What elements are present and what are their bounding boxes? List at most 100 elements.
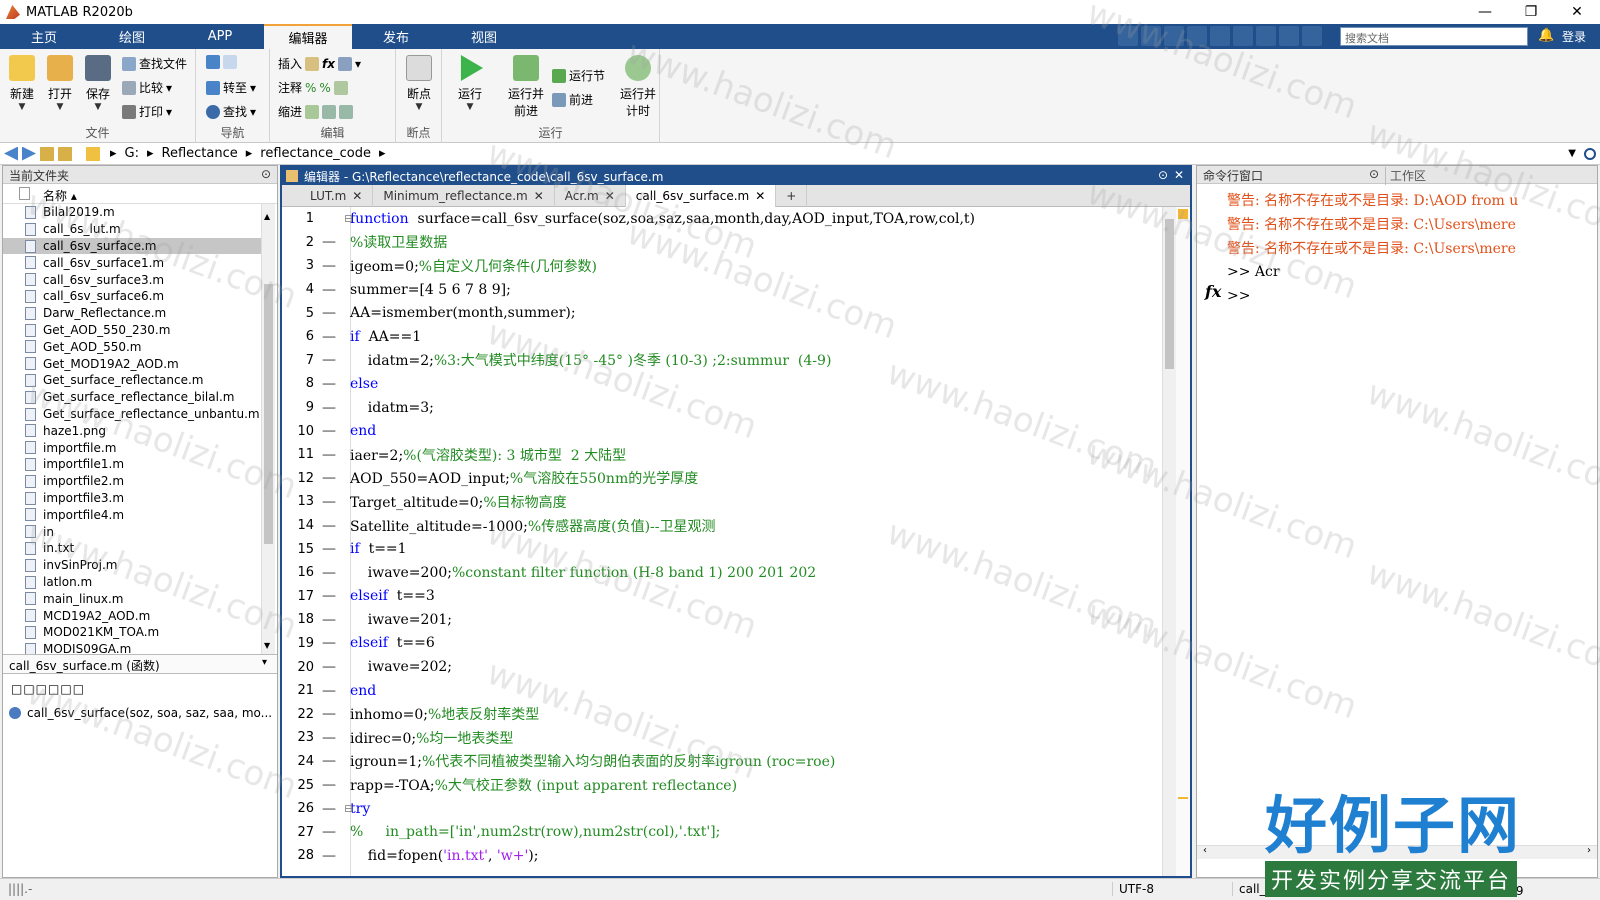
code-line[interactable]: 14— Satellite_altitude=-1000;%传感器高度(负值)--… [282, 514, 1162, 538]
file-list-item[interactable]: Get_AOD_550.m [3, 338, 265, 355]
insert-button[interactable]: 插入 fx ▾ [278, 55, 361, 72]
line-number[interactable]: 14 [282, 518, 314, 533]
line-number[interactable]: 20 [282, 660, 314, 675]
line-number[interactable]: 22 [282, 707, 314, 722]
file-list-item[interactable]: importfile1.m [3, 456, 265, 473]
code-line[interactable]: 17— elseif t==3 [282, 585, 1162, 609]
file-list-item[interactable]: in [3, 523, 265, 540]
back-arrow-icon[interactable] [4, 146, 18, 161]
editor-scrollbar[interactable] [1162, 207, 1176, 876]
line-number[interactable]: 11 [282, 447, 314, 462]
run-button[interactable]: 运行 ▼ [450, 55, 490, 112]
line-number[interactable]: 2 [282, 235, 314, 250]
line-number[interactable]: 28 [282, 848, 314, 863]
tab-apps[interactable]: APP [176, 24, 264, 49]
find-files-button[interactable]: 查找文件 [122, 55, 187, 72]
breakpoint-marker[interactable]: — [314, 329, 344, 345]
breakpoint-marker[interactable]: — [314, 824, 344, 840]
breakpoint-marker[interactable]: — [314, 400, 344, 416]
file-list-item[interactable]: main_linux.m [3, 590, 265, 607]
detail-collapse-icon[interactable]: ▾ [262, 657, 267, 668]
column-header[interactable]: 名称 ▴ [3, 184, 277, 204]
breakpoint-marker[interactable]: — [314, 635, 344, 651]
new-tab-button[interactable]: + [776, 185, 808, 207]
breakpoint-marker[interactable]: — [314, 541, 344, 557]
line-number[interactable]: 21 [282, 683, 314, 698]
file-list-item[interactable]: MODIS09GA.m [3, 641, 265, 654]
line-number[interactable]: 12 [282, 471, 314, 486]
code-line[interactable]: 19— elseif t==6 [282, 632, 1162, 656]
paste-icon[interactable] [1187, 26, 1207, 46]
breakpoint-marker[interactable]: — [314, 706, 344, 722]
search-docs-input[interactable]: 搜索文档 [1340, 27, 1528, 46]
code-line[interactable]: 9— idatm=3; [282, 396, 1162, 420]
help-icon[interactable] [1279, 26, 1299, 46]
nav-back-forward[interactable] [206, 55, 237, 69]
breakpoint-marker[interactable]: — [314, 730, 344, 746]
cmd-menu-icon[interactable]: ⊙ [1369, 167, 1379, 181]
save-button[interactable]: 保存 ▼ [78, 55, 118, 112]
file-list-item[interactable]: call_6sv_surface3.m [3, 271, 265, 288]
file-list-item[interactable]: importfile4.m [3, 506, 265, 523]
line-number[interactable]: 1 [282, 211, 314, 226]
indent-button[interactable]: 缩进 [278, 103, 354, 120]
file-list-item[interactable]: latlon.m [3, 574, 265, 591]
breakpoint-marker[interactable]: — [314, 447, 344, 463]
save-icon[interactable] [1118, 26, 1138, 46]
detail-header[interactable]: call_6sv_surface.m (函数) ▾ [3, 654, 277, 674]
breakpoint-marker[interactable]: — [314, 565, 344, 581]
forward-arrow-icon[interactable] [22, 146, 36, 161]
file-list-item[interactable]: importfile.m [3, 439, 265, 456]
line-number[interactable]: 25 [282, 778, 314, 793]
code-line[interactable]: 21— end [282, 679, 1162, 703]
breakpoint-marker[interactable]: — [314, 470, 344, 486]
line-number[interactable]: 5 [282, 306, 314, 321]
code-line[interactable]: 23— idirec=0;%均一地表类型 [282, 726, 1162, 750]
redo-icon[interactable] [1233, 26, 1253, 46]
code-line[interactable]: 20— iwave=202; [282, 655, 1162, 679]
path-drive[interactable]: G: [125, 146, 139, 161]
breakpoint-marker[interactable]: — [314, 282, 344, 298]
code-line[interactable]: 27— % in_path=['in',num2str(row),num2str(… [282, 820, 1162, 844]
warning-marker[interactable] [1178, 797, 1188, 799]
find-button[interactable]: 查找 ▾ [206, 103, 256, 120]
print-button[interactable]: 打印 ▾ [122, 103, 172, 120]
panel-menu-icon[interactable]: ⊙ [261, 167, 271, 181]
code-line[interactable]: 2— %读取卫星数据 [282, 231, 1162, 255]
fold-toggle-icon[interactable]: ⊟ [344, 802, 353, 815]
code-line[interactable]: 7— idatm=2;%3:大气模式中纬度(15° -45° )冬季 (10-3… [282, 349, 1162, 373]
breakpoint-marker[interactable]: — [314, 848, 344, 864]
notification-bell-icon[interactable]: 🔔 [1538, 28, 1554, 43]
new-button[interactable]: 新建 ▼ [2, 55, 42, 112]
line-number[interactable]: 4 [282, 282, 314, 297]
switch-windows-icon[interactable] [1256, 26, 1276, 46]
file-list-item[interactable]: MCD19A2_AOD.m [3, 607, 265, 624]
file-list-scrollbar[interactable]: ▲ ▼ [261, 204, 275, 654]
path-search-icon[interactable] [1584, 147, 1596, 160]
tab-view[interactable]: 视图 [440, 24, 528, 49]
file-list-item[interactable]: call_6sv_surface1.m [3, 254, 265, 271]
compare-button[interactable]: 比较 ▾ [122, 79, 172, 96]
code-line[interactable]: 6— if AA==1 [282, 325, 1162, 349]
function-signature[interactable]: call_6sv_surface(soz, soa, saz, saa, mo.… [9, 706, 272, 720]
warning-indicator-icon[interactable] [1178, 209, 1188, 219]
line-number[interactable]: 23 [282, 730, 314, 745]
file-list-item[interactable]: Get_surface_reflectance_unbantu.m [3, 406, 265, 423]
file-list-item[interactable]: MOD021KM_TOA.m [3, 624, 265, 641]
path-dropdown-icon[interactable]: ▼ [1568, 148, 1576, 159]
run-and-time-button[interactable]: 运行并 计时 [616, 55, 660, 119]
breakpoint-marker[interactable]: — [314, 612, 344, 628]
editor-tab-lut[interactable]: LUT.m ✕ [300, 185, 374, 207]
advance-button[interactable]: 前进 [552, 91, 593, 108]
maximize-button[interactable]: ❐ [1508, 0, 1554, 24]
file-list-item[interactable]: in.txt [3, 540, 265, 557]
file-list-item[interactable]: importfile3.m [3, 490, 265, 507]
line-number[interactable]: 13 [282, 494, 314, 509]
code-line[interactable]: 13— Target_altitude=0;%目标物高度 [282, 490, 1162, 514]
file-list-item[interactable]: call_6s_lut.m [3, 221, 265, 238]
path-part-reflectance[interactable]: Reflectance [162, 146, 238, 161]
breakpoint-marker[interactable]: — [314, 588, 344, 604]
file-list-item[interactable]: invSinProj.m [3, 557, 265, 574]
code-area[interactable]: 1 ⊟ function surface=call_6sv_surface(soz… [282, 207, 1190, 876]
browse-folder-icon[interactable] [58, 146, 72, 161]
